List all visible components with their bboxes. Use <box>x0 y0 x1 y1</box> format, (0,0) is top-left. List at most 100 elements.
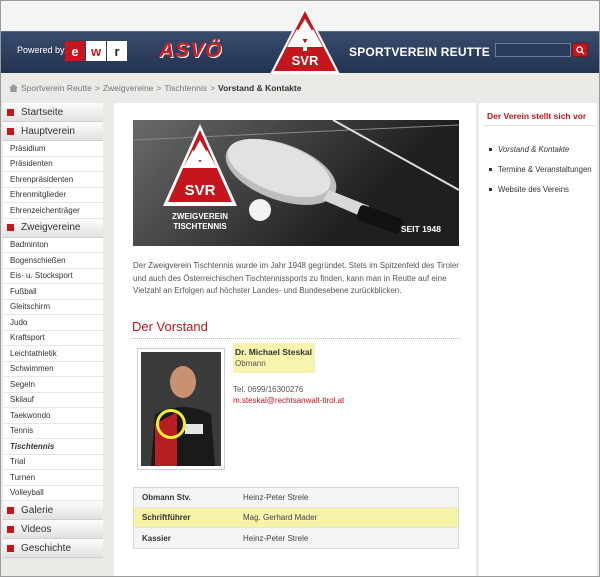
banner-since: SEIT 1948 <box>400 224 441 234</box>
nav-item-judo[interactable]: Judo <box>3 315 103 331</box>
breadcrumb-item-sportverein[interactable]: Sportverein Reutte <box>21 83 92 93</box>
nav-bullet-icon <box>7 127 14 135</box>
chairman-photo <box>137 348 225 470</box>
ewr-logo-e: e <box>65 41 85 61</box>
link-label: Termine & Veranstaltungen <box>498 164 592 174</box>
table-row-highlighted: Schriftführer Mag. Gerhard Mader <box>134 508 458 528</box>
ewr-logo-w: w <box>86 41 106 61</box>
board-table: Obmann Stv. Heinz-Peter Strele Schriftfü… <box>133 487 459 549</box>
chairman-role: Obmann <box>235 359 266 368</box>
nav-item-schwimmen[interactable]: Schwimmen <box>3 361 103 377</box>
nav-hauptverein[interactable]: Hauptverein <box>3 122 103 141</box>
nav-item-gleitschirm[interactable]: Gleitschirm <box>3 299 103 315</box>
nav-startseite[interactable]: Startseite <box>3 103 103 122</box>
nav-item-segeln[interactable]: Segeln <box>3 377 103 393</box>
breadcrumb-item-zweigvereine[interactable]: Zweigvereine <box>103 83 154 93</box>
nav-item-tischtennis[interactable]: Tischtennis <box>3 439 103 455</box>
search-input[interactable] <box>495 43 571 57</box>
nav-label: Galerie <box>21 504 54 516</box>
breadcrumb-item-tischtennis[interactable]: Tischtennis <box>164 83 207 93</box>
nav-label: Hauptverein <box>21 125 75 137</box>
board-member: Heinz-Peter Strele <box>243 533 309 543</box>
breadcrumb-separator: > <box>210 83 216 93</box>
table-row: Kassier Heinz-Peter Strele <box>134 528 458 548</box>
svr-emblem-logo[interactable]: SVR <box>269 5 341 75</box>
nav-item-eis-stocksport[interactable]: Eis- u. Stocksport <box>3 268 103 284</box>
banner-subtitle-line2: TISCHTENNIS <box>173 222 227 231</box>
nav-item-fussball[interactable]: Fußball <box>3 284 103 300</box>
link-website[interactable]: Website des Vereins <box>489 179 592 199</box>
link-vorstand-kontakte[interactable]: Vorstand & Kontakte <box>489 139 592 159</box>
board-member: Mag. Gerhard Mader <box>239 513 318 522</box>
chairman-name: Dr. Michael Steskal <box>235 347 313 357</box>
nav-item-kraftsport[interactable]: Kraftsport <box>3 330 103 346</box>
right-sidebar: Der Verein stellt sich vor Vorstand & Ko… <box>479 103 597 576</box>
nav-item-taekwondo[interactable]: Taekwondo <box>3 408 103 424</box>
sidebar-nav: Startseite Hauptverein Präsidium Präside… <box>3 103 103 558</box>
breadcrumb-separator: > <box>156 83 162 93</box>
powered-by-label: Powered by <box>17 45 65 55</box>
section-divider <box>132 338 460 339</box>
board-role: Schriftführer <box>142 513 191 522</box>
yellow-annotation-circle <box>156 409 186 439</box>
nav-item-ehrenpraesidenten[interactable]: Ehrenpräsidenten <box>3 172 103 188</box>
board-member: Heinz-Peter Strele <box>243 493 309 502</box>
section-title-vorstand: Der Vorstand <box>132 319 208 334</box>
nav-item-tennis[interactable]: Tennis <box>3 423 103 439</box>
main-content: SVR ZWEIGVEREIN TISCHTENNIS SEIT 1948 De… <box>114 103 476 576</box>
nav-label: Startseite <box>21 106 64 118</box>
nav-item-praesidenten[interactable]: Präsidenten <box>3 156 103 172</box>
chairman-name-highlight: Dr. Michael Steskal Obmann <box>233 343 316 373</box>
board-role: Obmann Stv. <box>142 493 191 502</box>
ewr-sponsor-logo[interactable]: e w r <box>65 41 129 61</box>
breadcrumb: Sportverein Reutte > Zweigvereine > Tisc… <box>9 83 301 93</box>
site-title[interactable]: SPORTVEREIN REUTTE <box>349 45 490 59</box>
search-icon <box>575 45 585 55</box>
nav-item-praesidium[interactable]: Präsidium <box>3 141 103 157</box>
nav-item-turnen[interactable]: Turnen <box>3 470 103 486</box>
banner-subtitle: ZWEIGVEREIN TISCHTENNIS <box>155 212 245 232</box>
link-termine[interactable]: Termine & Veranstaltungen <box>489 159 592 179</box>
link-label: Website des Vereins <box>498 184 569 194</box>
intro-paragraph: Der Zweigverein Tischtennis wurde im Jah… <box>133 261 459 295</box>
person-silhouette <box>141 352 221 466</box>
nav-videos[interactable]: Videos <box>3 520 103 539</box>
site-header: Powered by e w r ASVÖ SVR SPORTVEREIN RE… <box>1 1 599 75</box>
breadcrumb-current: Vorstand & Kontakte <box>218 83 302 93</box>
nav-label: Zweigvereine <box>21 222 81 233</box>
bullet-icon <box>489 167 492 171</box>
nav-item-ehrenmitglieder[interactable]: Ehrenmitglieder <box>3 187 103 203</box>
nav-item-badminton[interactable]: Badminton <box>3 237 103 253</box>
bullet-icon <box>489 147 492 151</box>
home-icon[interactable] <box>9 84 18 92</box>
nav-zweigvereine[interactable]: Zweigvereine <box>3 218 103 238</box>
chairman-contact: Dr. Michael Steskal Obmann Tel. 0699/163… <box>233 343 463 406</box>
nav-bullet-icon <box>7 108 14 116</box>
search-button[interactable] <box>572 43 588 57</box>
nav-item-bogenschiessen[interactable]: Bogenschießen <box>3 253 103 269</box>
nav-item-ehrenzeichentraeger[interactable]: Ehrenzeichenträger <box>3 203 103 219</box>
board-role: Kassier <box>142 533 171 543</box>
nav-geschichte[interactable]: Geschichte <box>3 539 103 558</box>
club-banner-image: SVR ZWEIGVEREIN TISCHTENNIS SEIT 1948 <box>133 120 459 246</box>
bullet-icon <box>489 187 492 191</box>
nav-galerie[interactable]: Galerie <box>3 501 103 520</box>
chairman-photo-image <box>141 352 221 466</box>
right-link-list: Vorstand & Kontakte Termine & Veranstalt… <box>489 139 592 199</box>
nav-item-volleyball[interactable]: Volleyball <box>3 485 103 501</box>
nav-bullet-icon <box>7 544 14 552</box>
nav-item-trial[interactable]: Trial <box>3 454 103 470</box>
right-heading: Der Verein stellt sich vor <box>487 111 587 121</box>
nav-item-leichtathletik[interactable]: Leichtathletik <box>3 346 103 362</box>
nav-item-skilauf[interactable]: Skilauf <box>3 392 103 408</box>
right-divider <box>483 125 595 126</box>
nav-bullet-icon <box>7 224 14 231</box>
nav-bullet-icon <box>7 525 14 533</box>
chairman-email-link[interactable]: m.steskal@rechtsanwalt-tirol.at <box>233 395 463 406</box>
svr-emblem-text: SVR <box>292 53 319 68</box>
banner-emblem-text: SVR <box>185 182 216 199</box>
chairman-phone: Tel. 0699/16300276 <box>233 385 304 394</box>
asvo-logo[interactable]: ASVÖ <box>159 39 223 63</box>
link-label: Vorstand & Kontakte <box>498 144 570 154</box>
banner-subtitle-line1: ZWEIGVEREIN <box>171 212 228 221</box>
